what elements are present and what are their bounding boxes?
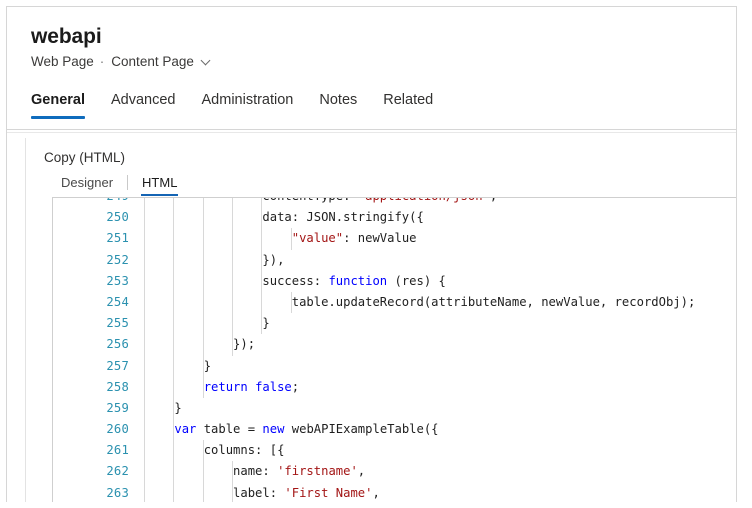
code-line: 253 success: function (res) { bbox=[53, 271, 737, 292]
tab-related-label: Related bbox=[383, 92, 433, 108]
line-number: 260 bbox=[53, 419, 129, 440]
code-line-text: success: function (res) { bbox=[145, 271, 446, 292]
line-number: 251 bbox=[53, 228, 129, 249]
code-line-text: table.updateRecord(attributeName, newVal… bbox=[145, 292, 695, 313]
code-line: 255 } bbox=[53, 313, 737, 334]
line-number: 256 bbox=[53, 334, 129, 355]
tab-general[interactable]: General bbox=[31, 91, 85, 119]
code-line: 259 } bbox=[53, 398, 737, 419]
code-line: 257 } bbox=[53, 356, 737, 377]
tab-related[interactable]: Related bbox=[383, 91, 433, 119]
tab-administration-label: Administration bbox=[202, 92, 294, 108]
page-title: webapi bbox=[31, 24, 102, 50]
line-number: 257 bbox=[53, 356, 129, 377]
record-page-card: webapi Web Page · Content Page General A… bbox=[6, 6, 737, 502]
tab-html[interactable]: HTML bbox=[142, 174, 177, 196]
chevron-down-icon[interactable] bbox=[202, 57, 211, 66]
code-line: 263 label: 'First Name', bbox=[53, 483, 737, 502]
tab-advanced-label: Advanced bbox=[111, 92, 176, 108]
line-number: 254 bbox=[53, 292, 129, 313]
code-line-text: return false; bbox=[145, 377, 299, 398]
code-line: 261 columns: [{ bbox=[53, 440, 737, 461]
code-lines-container: 249 contentType: 'application/json',250 … bbox=[53, 197, 737, 502]
line-number: 263 bbox=[53, 483, 129, 502]
tab-designer[interactable]: Designer bbox=[61, 174, 113, 196]
code-line: 262 name: 'firstname', bbox=[53, 461, 737, 482]
form-selector-label[interactable]: Content Page bbox=[111, 53, 194, 71]
header-divider-secondary bbox=[7, 132, 736, 133]
code-line-text: }), bbox=[145, 250, 284, 271]
line-number: 258 bbox=[53, 377, 129, 398]
tab-designer-label: Designer bbox=[61, 175, 113, 190]
code-line-text: data: JSON.stringify({ bbox=[145, 207, 424, 228]
line-number: 261 bbox=[53, 440, 129, 461]
code-line: 256 }); bbox=[53, 334, 737, 355]
code-line: 254 table.updateRecord(attributeName, ne… bbox=[53, 292, 737, 313]
page-bottom-fill bbox=[0, 502, 752, 508]
html-code-editor[interactable]: 249 contentType: 'application/json',250 … bbox=[52, 197, 737, 502]
field-label-copy-html: Copy (HTML) bbox=[44, 149, 125, 167]
line-number: 259 bbox=[53, 398, 129, 419]
code-line: 249 contentType: 'application/json', bbox=[53, 197, 737, 207]
line-number: 249 bbox=[53, 197, 129, 207]
header-divider bbox=[7, 129, 736, 130]
line-number: 252 bbox=[53, 250, 129, 271]
line-number: 250 bbox=[53, 207, 129, 228]
main-tab-strip: General Advanced Administration Notes Re… bbox=[31, 91, 459, 124]
line-number: 262 bbox=[53, 461, 129, 482]
tab-notes-label: Notes bbox=[319, 92, 357, 108]
code-line: 260 var table = new webAPIExampleTable({ bbox=[53, 419, 737, 440]
code-line-text: }); bbox=[145, 334, 255, 355]
code-line-text: label: 'First Name', bbox=[145, 483, 380, 502]
editor-mode-tabs: Designer HTML bbox=[61, 174, 177, 195]
code-line-text: var table = new webAPIExampleTable({ bbox=[145, 419, 439, 440]
code-line: 252 }), bbox=[53, 250, 737, 271]
tab-html-label: HTML bbox=[142, 175, 177, 190]
code-line: 258 return false; bbox=[53, 377, 737, 398]
code-line: 250 data: JSON.stringify({ bbox=[53, 207, 737, 228]
code-line-text: } bbox=[145, 356, 211, 377]
tab-general-label: General bbox=[31, 92, 85, 108]
record-header: webapi Web Page · Content Page General A… bbox=[7, 7, 736, 130]
code-line-text: } bbox=[145, 398, 182, 419]
code-line-text: contentType: 'application/json', bbox=[145, 197, 497, 207]
mode-tab-divider bbox=[127, 175, 128, 190]
tab-administration[interactable]: Administration bbox=[202, 91, 294, 119]
form-section: Copy (HTML) Designer HTML 249 contentTyp… bbox=[25, 138, 737, 502]
tab-advanced[interactable]: Advanced bbox=[111, 91, 176, 119]
subtitle-separator: · bbox=[100, 53, 105, 71]
line-number: 253 bbox=[53, 271, 129, 292]
line-number: 255 bbox=[53, 313, 129, 334]
code-line-text: columns: [{ bbox=[145, 440, 284, 461]
code-line-text: name: 'firstname', bbox=[145, 461, 365, 482]
record-subtitle: Web Page · Content Page bbox=[31, 53, 211, 71]
tab-notes[interactable]: Notes bbox=[319, 91, 357, 119]
record-type-label: Web Page bbox=[31, 53, 94, 71]
code-line-text: "value": newValue bbox=[145, 228, 417, 249]
code-line-text: } bbox=[145, 313, 270, 334]
code-line: 251 "value": newValue bbox=[53, 228, 737, 249]
